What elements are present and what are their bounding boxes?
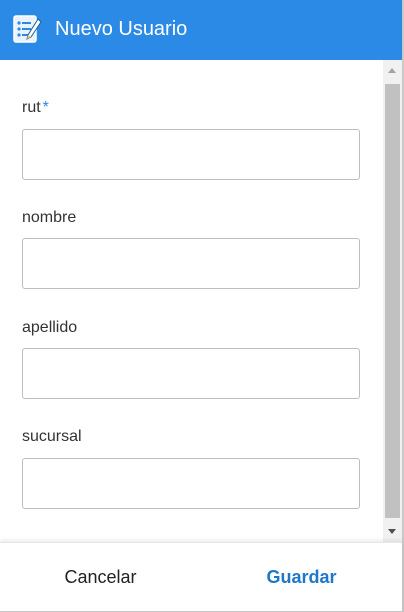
- scroll-thumb[interactable]: [385, 84, 400, 518]
- field-label-sucursal: sucursal: [22, 428, 82, 445]
- field-label-rut: rut *: [22, 99, 49, 116]
- scroll-down-icon[interactable]: [388, 529, 396, 534]
- dialog-header: Nuevo Usuario: [0, 0, 402, 60]
- form-checklist-icon: [11, 13, 43, 45]
- rut-field[interactable]: [22, 129, 360, 180]
- vertical-scrollbar[interactable]: [383, 60, 402, 542]
- save-button[interactable]: Guardar: [201, 543, 402, 611]
- sucursal-field[interactable]: [22, 458, 360, 509]
- nombre-field[interactable]: [22, 238, 360, 289]
- required-indicator: *: [42, 99, 49, 116]
- form-body: rut * nombre apellido sucursal: [0, 60, 402, 542]
- scroll-up-icon[interactable]: [388, 68, 396, 73]
- field-label-nombre: nombre: [22, 209, 77, 226]
- new-user-dialog: Nuevo Usuario rut * nombre apellido sucur…: [0, 0, 404, 612]
- dialog-footer: Cancelar Guardar: [0, 542, 402, 611]
- field-label-apellido: apellido: [22, 319, 78, 336]
- cancel-button[interactable]: Cancelar: [0, 543, 201, 611]
- dialog-title: Nuevo Usuario: [55, 18, 188, 40]
- apellido-field[interactable]: [22, 348, 360, 399]
